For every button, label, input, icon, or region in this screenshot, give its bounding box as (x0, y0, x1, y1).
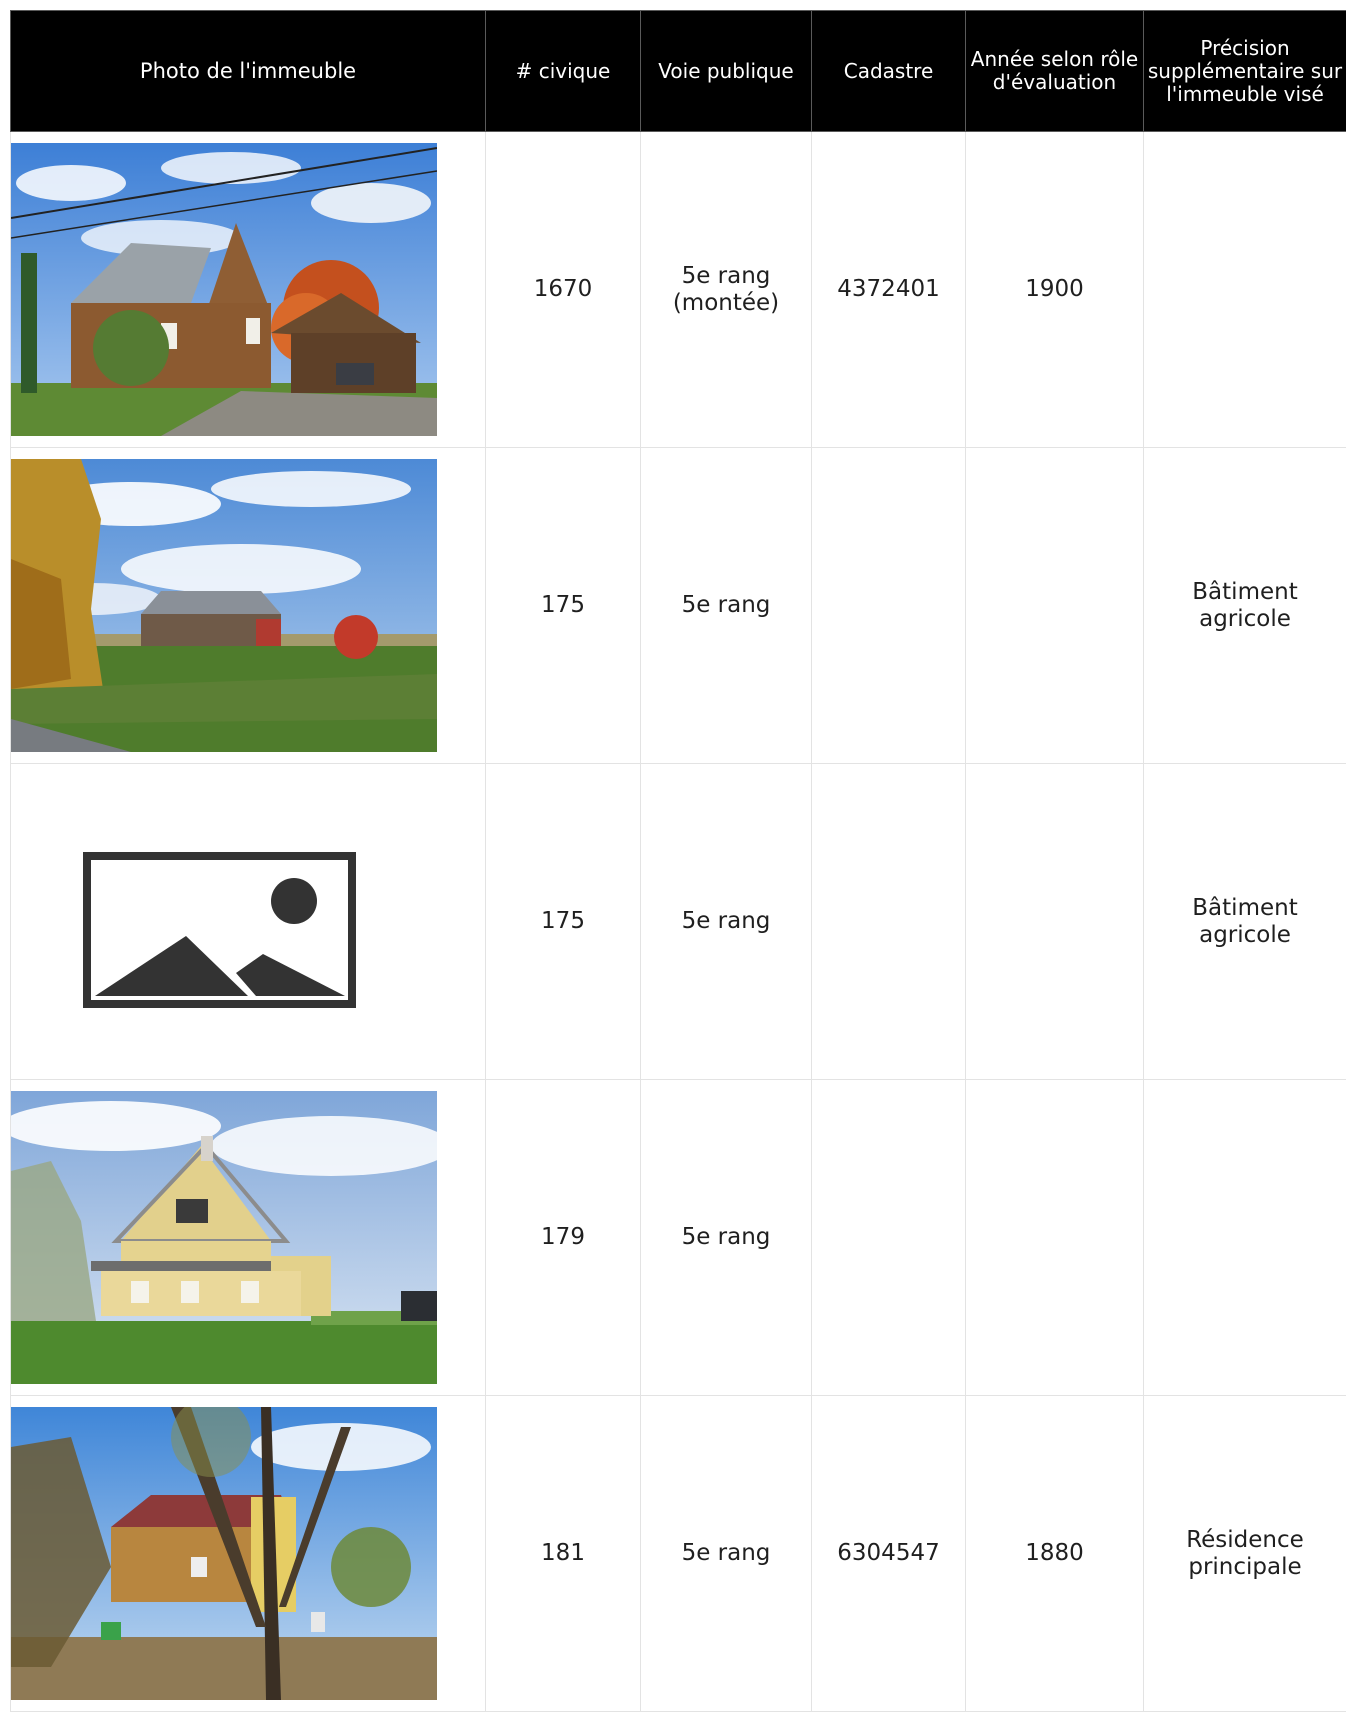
header-cadastre: Cadastre (811, 10, 966, 132)
annee-cell (965, 1079, 1144, 1396)
red-roof-house-photo[interactable] (11, 1407, 437, 1700)
voie-cell: 5e rang (640, 1395, 812, 1712)
photo-cell (10, 131, 486, 448)
header-voie-publique: Voie publique (640, 10, 812, 132)
barn-photo[interactable] (11, 459, 437, 752)
civique-cell: 179 (485, 1079, 641, 1396)
photo-cell (10, 447, 486, 764)
house-photo[interactable] (11, 143, 437, 436)
precision-cell: Résidence principale (1143, 1395, 1346, 1712)
table-row: 1670 5e rang (montée) 4372401 1900 (10, 131, 1346, 448)
civique-cell: 175 (485, 763, 641, 1080)
annee-cell: 1900 (965, 131, 1144, 448)
cadastre-cell (811, 447, 966, 764)
photo-cell (10, 1395, 486, 1712)
table-row: 175 5e rang Bâtiment agricole (10, 447, 1346, 764)
header-precision: Précision supplémentaire sur l'immeuble … (1143, 10, 1346, 132)
precision-cell (1143, 1079, 1346, 1396)
table-row: 181 5e rang 6304547 1880 Résidence princ… (10, 1395, 1346, 1712)
annee-cell: 1880 (965, 1395, 1144, 1712)
precision-cell: Bâtiment agricole (1143, 763, 1346, 1080)
header-photo: Photo de l'immeuble (10, 10, 486, 132)
cadastre-cell: 6304547 (811, 1395, 966, 1712)
header-annee: Année selon rôle d'évaluation (965, 10, 1144, 132)
cadastre-cell (811, 1079, 966, 1396)
civique-cell: 1670 (485, 131, 641, 448)
annee-cell (965, 763, 1144, 1080)
voie-cell: 5e rang (640, 447, 812, 764)
precision-cell (1143, 131, 1346, 448)
voie-cell: 5e rang (640, 763, 812, 1080)
photo-cell (10, 1079, 486, 1396)
header-civique: # civique (485, 10, 641, 132)
table-row: 175 5e rang Bâtiment agricole (10, 763, 1346, 1080)
cadastre-cell: 4372401 (811, 131, 966, 448)
voie-cell: 5e rang (montée) (640, 131, 812, 448)
table-header-row: Photo de l'immeuble # civique Voie publi… (10, 10, 1346, 132)
precision-cell: Bâtiment agricole (1143, 447, 1346, 764)
heritage-buildings-table: Photo de l'immeuble # civique Voie publi… (10, 10, 1346, 1712)
civique-cell: 175 (485, 447, 641, 764)
cadastre-cell (811, 763, 966, 1080)
voie-cell: 5e rang (640, 1079, 812, 1396)
image-placeholder-icon (11, 775, 437, 1068)
photo-cell (10, 763, 486, 1080)
yellow-house-photo[interactable] (11, 1091, 437, 1384)
table-row: 179 5e rang (10, 1079, 1346, 1396)
civique-cell: 181 (485, 1395, 641, 1712)
annee-cell (965, 447, 1144, 764)
